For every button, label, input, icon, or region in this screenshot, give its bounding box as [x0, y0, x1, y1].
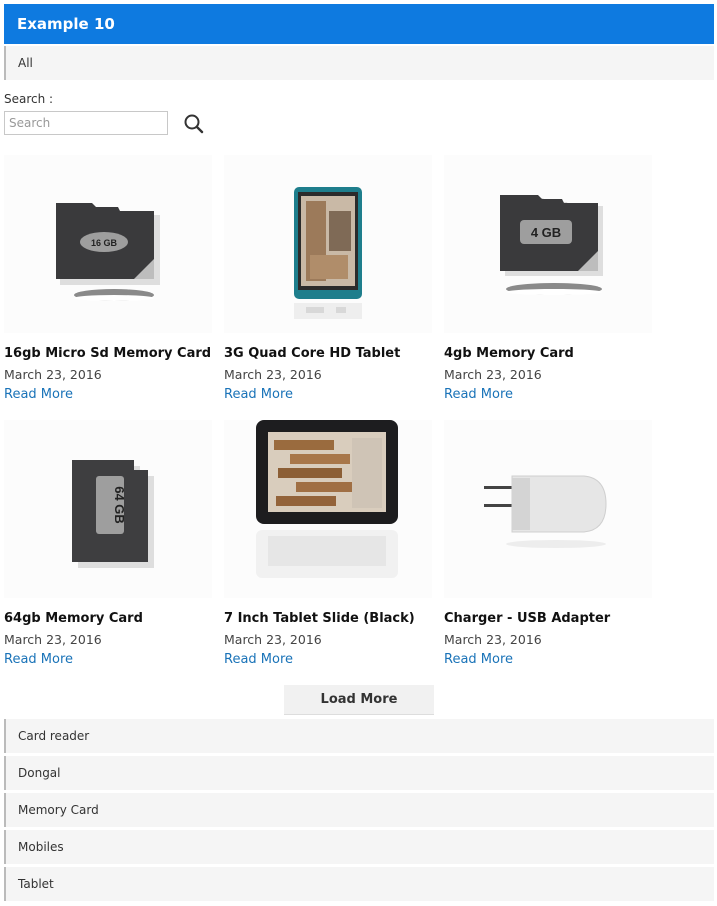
product-title[interactable]: 7 Inch Tablet Slide (Black)	[224, 611, 415, 626]
read-more-link[interactable]: Read More	[224, 652, 293, 667]
product-date: March 23, 2016	[4, 367, 102, 382]
search-input[interactable]	[4, 111, 168, 135]
search-label: Search :	[4, 92, 54, 106]
product-title[interactable]: 16gb Micro Sd Memory Card	[4, 346, 211, 361]
search-icon	[184, 114, 204, 134]
product-card: 16 GB 16gb Micro Sd Memory Card March 23…	[4, 155, 212, 402]
category-filter-all[interactable]: All	[4, 46, 714, 80]
card-badge-text: 4 GB	[531, 225, 561, 240]
product-date: March 23, 2016	[224, 632, 322, 647]
product-image-microsd-16gb[interactable]: 16 GB	[4, 155, 212, 333]
category-item-label: Memory Card	[18, 803, 99, 817]
product-date: March 23, 2016	[444, 367, 542, 382]
product-date: March 23, 2016	[224, 367, 322, 382]
product-title[interactable]: 3G Quad Core HD Tablet	[224, 346, 400, 361]
category-item-dongal[interactable]: Dongal	[4, 756, 714, 790]
category-item-card-reader[interactable]: Card reader	[4, 719, 714, 753]
category-item-label: Tablet	[18, 877, 54, 891]
category-item-memory-card[interactable]: Memory Card	[4, 793, 714, 827]
load-more-button[interactable]: Load More	[284, 685, 434, 715]
search-button[interactable]	[183, 113, 205, 135]
product-date: March 23, 2016	[4, 632, 102, 647]
product-card: 64 GB 64gb Memory Card March 23, 2016 Re…	[4, 420, 212, 667]
product-card: 3G Quad Core HD Tablet March 23, 2016 Re…	[224, 155, 432, 402]
product-title[interactable]: 4gb Memory Card	[444, 346, 574, 361]
microsd-badge-text: 16 GB	[91, 238, 118, 248]
card-badge-text: 64 GB	[112, 486, 127, 524]
read-more-link[interactable]: Read More	[4, 387, 73, 402]
product-date: March 23, 2016	[444, 632, 542, 647]
product-image-memory-card-64gb[interactable]: 64 GB	[4, 420, 212, 598]
read-more-link[interactable]: Read More	[444, 387, 513, 402]
product-image-tablet-3g[interactable]	[224, 155, 432, 333]
product-image-charger-usb[interactable]	[444, 420, 652, 598]
category-filter-all-label: All	[18, 56, 33, 70]
category-item-tablet[interactable]: Tablet	[4, 867, 714, 901]
category-item-mobiles[interactable]: Mobiles	[4, 830, 714, 864]
read-more-link[interactable]: Read More	[444, 652, 513, 667]
product-card: 7 Inch Tablet Slide (Black) March 23, 20…	[224, 420, 432, 667]
category-item-label: Mobiles	[18, 840, 64, 854]
product-title[interactable]: Charger - USB Adapter	[444, 611, 610, 626]
page-title-bar: Example 10	[4, 4, 714, 44]
product-card: Charger - USB Adapter March 23, 2016 Rea…	[444, 420, 652, 667]
product-card: 4 GB 4gb Memory Card March 23, 2016 Read…	[444, 155, 652, 402]
read-more-link[interactable]: Read More	[4, 652, 73, 667]
product-title[interactable]: 64gb Memory Card	[4, 611, 143, 626]
category-item-label: Card reader	[18, 729, 90, 743]
read-more-link[interactable]: Read More	[224, 387, 293, 402]
product-image-tablet-7inch[interactable]	[224, 420, 432, 598]
category-item-label: Dongal	[18, 766, 61, 780]
product-image-memory-card-4gb[interactable]: 4 GB	[444, 155, 652, 333]
page-title: Example 10	[17, 15, 115, 33]
